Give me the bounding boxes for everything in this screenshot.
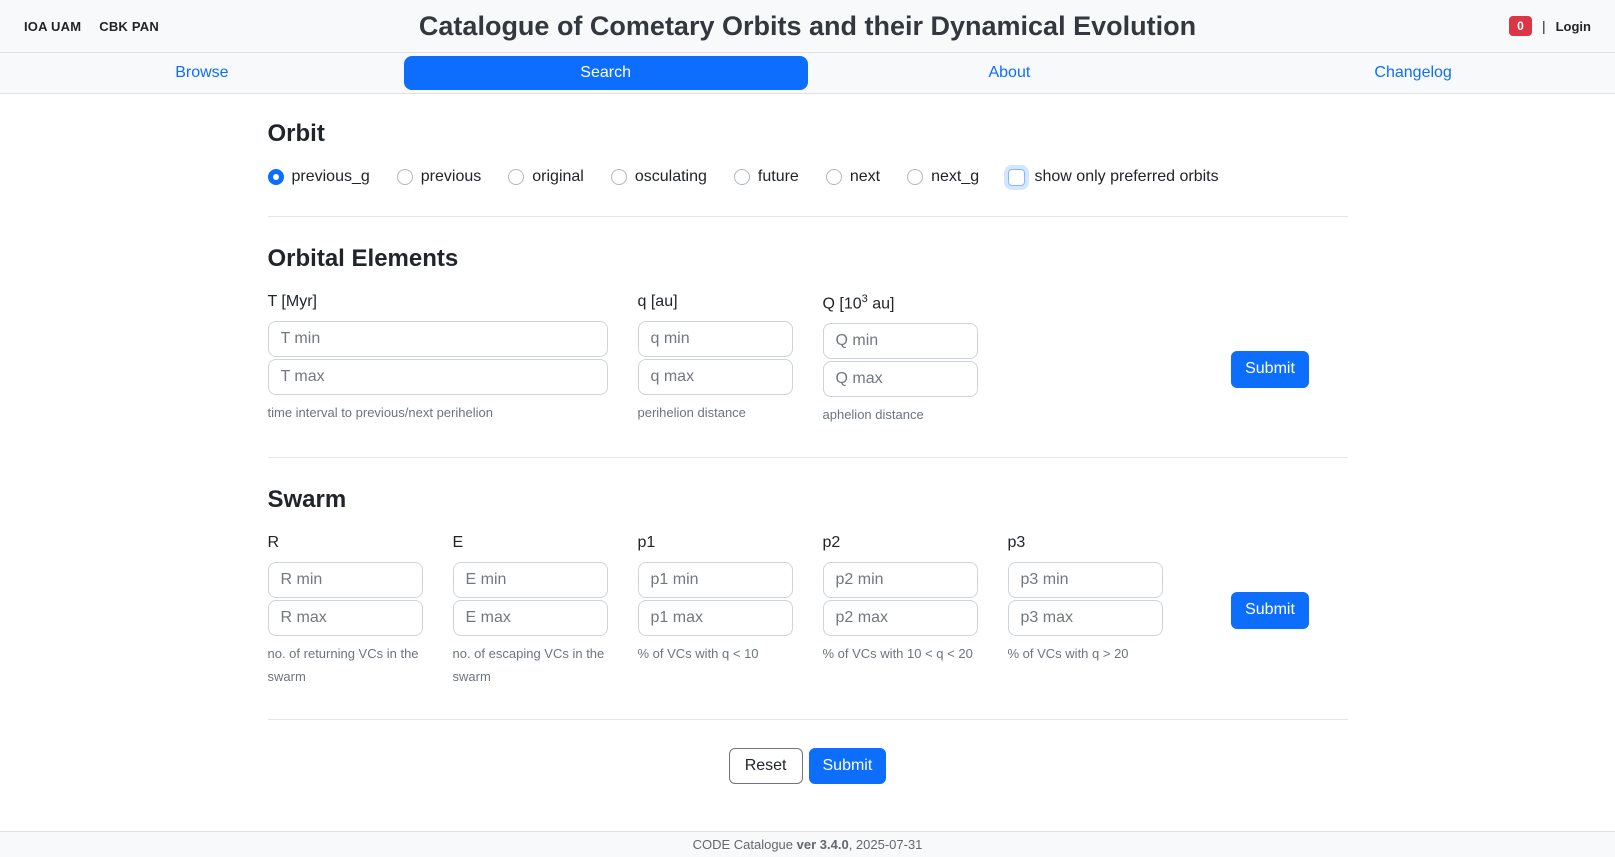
orbit-radio-group: previous_g previous original osculating …	[268, 168, 978, 186]
form-submit-button[interactable]: Submit	[809, 748, 887, 785]
tab-changelog[interactable]: Changelog	[1211, 56, 1615, 90]
page-title: Catalogue of Cometary Orbits and their D…	[0, 11, 1615, 42]
field-p1-label: p1	[638, 534, 793, 552]
brand-link-ioa-uam[interactable]: IOA UAM	[24, 19, 81, 34]
field-T: T [Myr] time interval to previous/next p…	[268, 293, 608, 427]
orbital-elements-submit-button[interactable]: Submit	[1231, 351, 1309, 388]
preferred-orbits-checkbox[interactable]: show only preferred orbits	[1008, 168, 1348, 186]
field-p1-help: % of VCs with q < 10	[638, 643, 793, 666]
field-E-label: E	[453, 534, 608, 552]
p1-min-input[interactable]	[638, 562, 793, 598]
field-R-help: no. of returning VCs in the swarm	[268, 643, 423, 689]
divider	[268, 719, 1348, 720]
radio-icon	[397, 169, 413, 185]
radio-label: next_g	[931, 168, 979, 186]
field-R: R no. of returning VCs in the swarm	[268, 534, 423, 689]
radio-label: osculating	[635, 168, 707, 186]
field-p3: p3 % of VCs with q > 20	[1008, 534, 1163, 689]
swarm-form: R no. of returning VCs in the swarm E no…	[268, 534, 1348, 689]
p2-max-input[interactable]	[823, 600, 978, 636]
field-E-help: no. of escaping VCs in the swarm	[453, 643, 608, 689]
nav-tabs: Browse Search About Changelog	[0, 52, 1615, 94]
radio-label: previous_g	[292, 168, 370, 186]
radio-label: previous	[421, 168, 481, 186]
orbital-elements-form: T [Myr] time interval to previous/next p…	[268, 293, 1348, 427]
divider	[268, 457, 1348, 458]
notification-badge[interactable]: 0	[1509, 16, 1532, 36]
field-p3-label: p3	[1008, 534, 1163, 552]
radio-icon	[268, 169, 284, 185]
swarm-heading: Swarm	[268, 486, 1348, 514]
field-p2-label: p2	[823, 534, 978, 552]
t-max-input[interactable]	[268, 359, 608, 395]
field-p2: p2 % of VCs with 10 < q < 20	[823, 534, 978, 689]
radio-future[interactable]: future	[734, 168, 799, 186]
p1-max-input[interactable]	[638, 600, 793, 636]
t-min-input[interactable]	[268, 321, 608, 357]
q-min-input[interactable]	[638, 321, 793, 357]
field-q-help: perihelion distance	[638, 402, 793, 425]
reset-button[interactable]: Reset	[729, 748, 803, 785]
radio-icon	[734, 169, 750, 185]
divider	[268, 216, 1348, 217]
radio-label: original	[532, 168, 584, 186]
field-T-help: time interval to previous/next perihelio…	[268, 402, 608, 425]
radio-icon	[508, 169, 524, 185]
radio-osculating[interactable]: osculating	[611, 168, 707, 186]
main-content: Orbit previous_g previous original oscul…	[0, 94, 1615, 831]
header-separator: |	[1542, 18, 1546, 34]
Q-min-input[interactable]	[823, 323, 978, 359]
swarm-submit-col: Submit	[1193, 534, 1348, 689]
header-right: 0 | Login	[1509, 16, 1591, 36]
orbital-elements-heading: Orbital Elements	[268, 245, 1348, 273]
field-E: E no. of escaping VCs in the swarm	[453, 534, 608, 689]
p2-min-input[interactable]	[823, 562, 978, 598]
field-R-label: R	[268, 534, 423, 552]
e-min-input[interactable]	[453, 562, 608, 598]
p3-max-input[interactable]	[1008, 600, 1163, 636]
e-max-input[interactable]	[453, 600, 608, 636]
field-p3-help: % of VCs with q > 20	[1008, 643, 1163, 666]
field-Q-label: Q [103 au]	[823, 293, 978, 313]
radio-label: future	[758, 168, 799, 186]
field-T-label: T [Myr]	[268, 293, 608, 311]
orbit-options-row: previous_g previous original osculating …	[268, 168, 1348, 186]
r-max-input[interactable]	[268, 600, 423, 636]
footer-text: CODE Catalogue ver 3.4.0, 2025-07-31	[693, 837, 923, 852]
swarm-submit-button[interactable]: Submit	[1231, 592, 1309, 629]
field-Q: Q [103 au] aphelion distance	[823, 293, 978, 427]
field-Q-help: aphelion distance	[823, 404, 978, 427]
tab-search[interactable]: Search	[404, 56, 808, 90]
radio-previous[interactable]: previous	[397, 168, 481, 186]
checkbox-label: show only preferred orbits	[1035, 168, 1219, 186]
radio-icon	[826, 169, 842, 185]
radio-next-g[interactable]: next_g	[907, 168, 979, 186]
radio-icon	[907, 169, 923, 185]
login-link[interactable]: Login	[1556, 19, 1591, 34]
p3-min-input[interactable]	[1008, 562, 1163, 598]
radio-icon	[611, 169, 627, 185]
tab-about[interactable]: About	[808, 56, 1212, 90]
footer: CODE Catalogue ver 3.4.0, 2025-07-31	[0, 831, 1615, 857]
header: IOA UAM CBK PAN Catalogue of Cometary Or…	[0, 0, 1615, 52]
radio-previous-g[interactable]: previous_g	[268, 168, 370, 186]
radio-next[interactable]: next	[826, 168, 880, 186]
q-max-input[interactable]	[638, 359, 793, 395]
field-q: q [au] perihelion distance	[638, 293, 793, 427]
radio-original[interactable]: original	[508, 168, 584, 186]
brand-link-cbk-pan[interactable]: CBK PAN	[99, 19, 159, 34]
field-p1: p1 % of VCs with q < 10	[638, 534, 793, 689]
r-min-input[interactable]	[268, 562, 423, 598]
orbit-heading: Orbit	[268, 120, 1348, 148]
checkbox-icon	[1008, 169, 1025, 186]
form-actions: Reset Submit	[268, 748, 1348, 785]
radio-label: next	[850, 168, 880, 186]
brand-links: IOA UAM CBK PAN	[24, 19, 159, 34]
field-q-label: q [au]	[638, 293, 793, 311]
tab-browse[interactable]: Browse	[0, 56, 404, 90]
Q-max-input[interactable]	[823, 361, 978, 397]
orbital-elements-submit-col: Submit	[1193, 293, 1348, 427]
field-p2-help: % of VCs with 10 < q < 20	[823, 643, 978, 666]
